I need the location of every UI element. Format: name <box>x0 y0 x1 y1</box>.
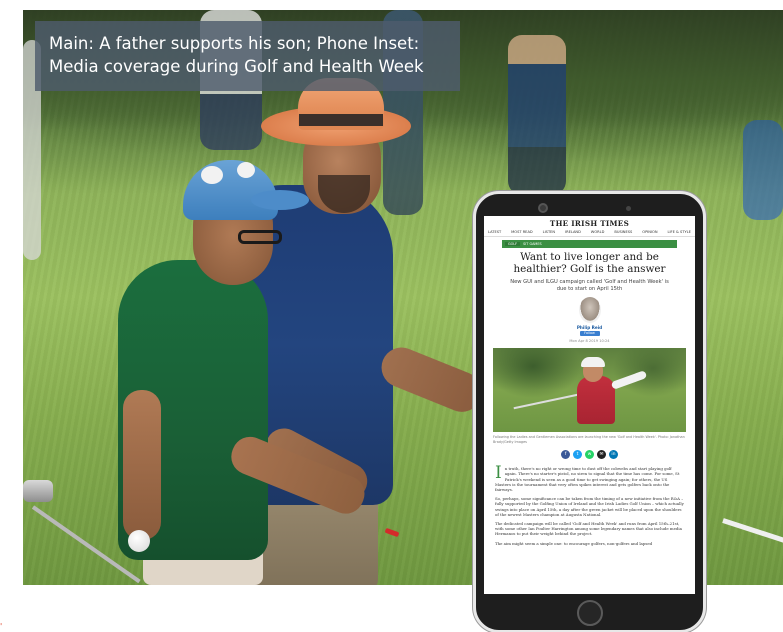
article-photo-caption: Following the Ladies and Gentlemen Assoc… <box>493 435 685 444</box>
golfer-arm <box>610 370 648 391</box>
golf-club <box>513 392 583 410</box>
golfer-cap <box>581 357 605 368</box>
author-name[interactable]: Philip Reid <box>484 323 695 330</box>
section-tag-bar: GOLF SIT GAMES <box>502 240 677 248</box>
linkedin-icon[interactable]: in <box>609 450 618 460</box>
article-photo <box>493 348 686 433</box>
home-button[interactable] <box>577 600 603 626</box>
nav-item-world[interactable]: WORLD <box>591 230 605 234</box>
corner-mark: ' <box>0 622 3 631</box>
article-paragraph: The aim might seem a simple one: to enco… <box>495 540 653 546</box>
article-standfirst: New GUI and ILGU campaign called 'Golf a… <box>510 279 669 292</box>
son-cap-brim <box>251 190 309 210</box>
paragraph-text: n truth, there's no right or wrong time … <box>495 466 680 492</box>
sensor-dot <box>626 206 631 211</box>
phone-inset: THE IRISH TIMES LATEST MOST READ LISTEN … <box>473 191 706 632</box>
nav-item-latest[interactable]: LATEST <box>488 230 501 234</box>
newspaper-nav: LATEST MOST READ LISTEN IRELAND WORLD BU… <box>484 228 695 237</box>
background-child <box>743 120 783 220</box>
nav-item-listen[interactable]: LISTEN <box>543 230 556 234</box>
article-paragraph: So, perhaps, some significance can be ta… <box>495 496 684 517</box>
twitter-icon[interactable]: t <box>573 450 582 460</box>
drop-cap: I <box>495 463 502 484</box>
golfer <box>577 376 615 425</box>
nav-item-business[interactable]: BUSINESS <box>614 230 632 234</box>
photo-caption-box: Main: A father supports his son; Phone I… <box>35 21 460 91</box>
golf-ball <box>128 530 150 552</box>
facebook-icon[interactable]: f <box>561 450 570 460</box>
section-subtag[interactable]: SIT GAMES <box>523 242 541 246</box>
cap-ear-patch <box>237 162 255 178</box>
nav-item-ireland[interactable]: IRELAND <box>565 230 581 234</box>
caption-line-2: Media coverage during Golf and Health We… <box>49 57 424 76</box>
article-paragraph: In truth, there's no right or wrong time… <box>495 463 684 492</box>
article-dateline: Mon Apr 8 2019 10:24 <box>569 339 610 344</box>
newspaper-masthead[interactable]: THE IRISH TIMES <box>484 216 695 228</box>
camera-icon <box>538 203 548 213</box>
email-icon[interactable]: ✉ <box>597 450 606 460</box>
nav-item-most-read[interactable]: MOST READ <box>511 230 533 234</box>
nav-item-opinion[interactable]: OPINION <box>642 230 657 234</box>
article-paragraph: The dedicated campaign will be called 'G… <box>495 521 682 537</box>
golf-club-head <box>23 480 53 502</box>
phone-screen: THE IRISH TIMES LATEST MOST READ LISTEN … <box>484 216 695 594</box>
section-tag[interactable]: GOLF <box>505 242 521 246</box>
author-avatar <box>578 297 601 324</box>
whatsapp-icon[interactable]: w <box>585 450 594 460</box>
background-child <box>508 35 566 195</box>
article-headline: Want to live longer and be healthier? Go… <box>513 251 666 275</box>
cap-ear-patch <box>201 166 223 184</box>
son-glasses <box>238 230 282 244</box>
article-body: In truth, there's no right or wrong time… <box>484 459 695 546</box>
nav-item-life-style[interactable]: LIFE & STYLE <box>668 230 691 234</box>
share-buttons: f t w ✉ in <box>484 446 695 460</box>
son-arm <box>123 390 161 540</box>
caption-line-1: Main: A father supports his son; Phone I… <box>49 34 420 53</box>
hat-band <box>299 114 383 126</box>
